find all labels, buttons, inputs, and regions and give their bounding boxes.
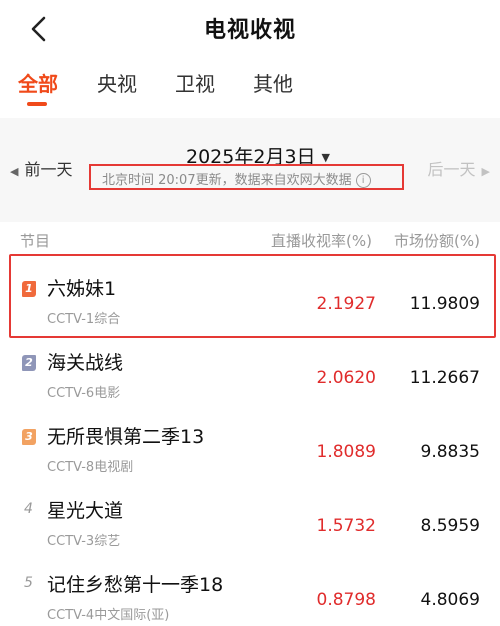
caret-right-icon: ▶ bbox=[481, 165, 490, 178]
program-rating: 1.5732 bbox=[316, 516, 376, 536]
program-rating: 2.0620 bbox=[316, 368, 376, 388]
rank-badge: 2 bbox=[22, 355, 36, 371]
header-bar: 电视收视 bbox=[0, 0, 500, 58]
prev-day-label: 前一天 bbox=[24, 160, 73, 179]
date-navigation: ◀ 前一天 2025年2月3日 ▼ 后一天 ▶ 北京时间 20:07更新，数据来自欢网… bbox=[0, 130, 500, 204]
page-title: 电视收视 bbox=[203, 18, 296, 43]
column-share: 市场份额(%) bbox=[394, 232, 480, 250]
program-share: 8.5959 bbox=[420, 516, 480, 536]
category-tabs: 全部 央视 卫视 其他 bbox=[0, 62, 500, 112]
section-divider bbox=[0, 118, 500, 130]
next-day-button[interactable]: 后一天 ▶ bbox=[428, 156, 490, 180]
program-rating: 1.8089 bbox=[316, 442, 376, 462]
program-channel: CCTV-4中文国际(亚) bbox=[47, 608, 170, 623]
column-program: 节目 bbox=[20, 232, 51, 250]
rank-number: 5 bbox=[24, 575, 33, 591]
prev-day-button[interactable]: ◀ 前一天 bbox=[10, 156, 72, 180]
tab-other[interactable]: 其他 bbox=[253, 68, 293, 97]
info-icon[interactable]: i bbox=[355, 173, 371, 188]
program-share: 9.8835 bbox=[420, 442, 480, 462]
section-divider bbox=[0, 204, 500, 222]
column-rating: 直播收视率(%) bbox=[271, 232, 372, 250]
program-channel: CCTV-6电影 bbox=[47, 386, 121, 401]
table-header: 节目 直播收视率(%) 市场份额(%) bbox=[0, 228, 500, 252]
program-name: 星光大道 bbox=[47, 500, 124, 522]
tab-cctv[interactable]: 央视 bbox=[97, 68, 137, 97]
program-name: 记住乡愁第十一季18 bbox=[47, 574, 224, 596]
program-rating: 0.8798 bbox=[316, 590, 376, 610]
rank-badge: 3 bbox=[22, 429, 36, 445]
table-row[interactable]: 2 海关战线 CCTV-6电影 2.0620 11.2667 bbox=[0, 332, 500, 404]
table-row[interactable]: 5 记住乡愁第十一季18 CCTV-4中文国际(亚) 0.8798 4.8069 bbox=[0, 554, 500, 626]
update-note-text: 北京时间 20:07更新，数据来自欢网大数据 bbox=[102, 173, 352, 188]
program-share: 11.2667 bbox=[409, 368, 480, 388]
caret-left-icon: ◀ bbox=[10, 165, 19, 178]
program-channel: CCTV-3综艺 bbox=[47, 534, 121, 549]
caret-down-icon: ▼ bbox=[321, 151, 330, 164]
next-day-label: 后一天 bbox=[427, 160, 476, 179]
tab-all[interactable]: 全部 bbox=[18, 68, 58, 97]
update-note-highlight: 北京时间 20:07更新，数据来自欢网大数据 i bbox=[89, 164, 404, 190]
update-note: 北京时间 20:07更新，数据来自欢网大数据 i bbox=[102, 169, 371, 188]
tab-satellite[interactable]: 卫视 bbox=[175, 68, 215, 97]
program-name: 无所畏惧第二季13 bbox=[47, 426, 205, 448]
top-row-highlight bbox=[9, 254, 496, 338]
program-channel: CCTV-8电视剧 bbox=[47, 460, 134, 475]
program-name: 海关战线 bbox=[47, 352, 124, 374]
table-row[interactable]: 3 无所畏惧第二季13 CCTV-8电视剧 1.8089 9.8835 bbox=[0, 406, 500, 478]
program-share: 4.8069 bbox=[420, 590, 480, 610]
active-tab-indicator bbox=[27, 102, 47, 106]
table-row[interactable]: 4 星光大道 CCTV-3综艺 1.5732 8.5959 bbox=[0, 480, 500, 552]
rank-number: 4 bbox=[24, 501, 33, 517]
